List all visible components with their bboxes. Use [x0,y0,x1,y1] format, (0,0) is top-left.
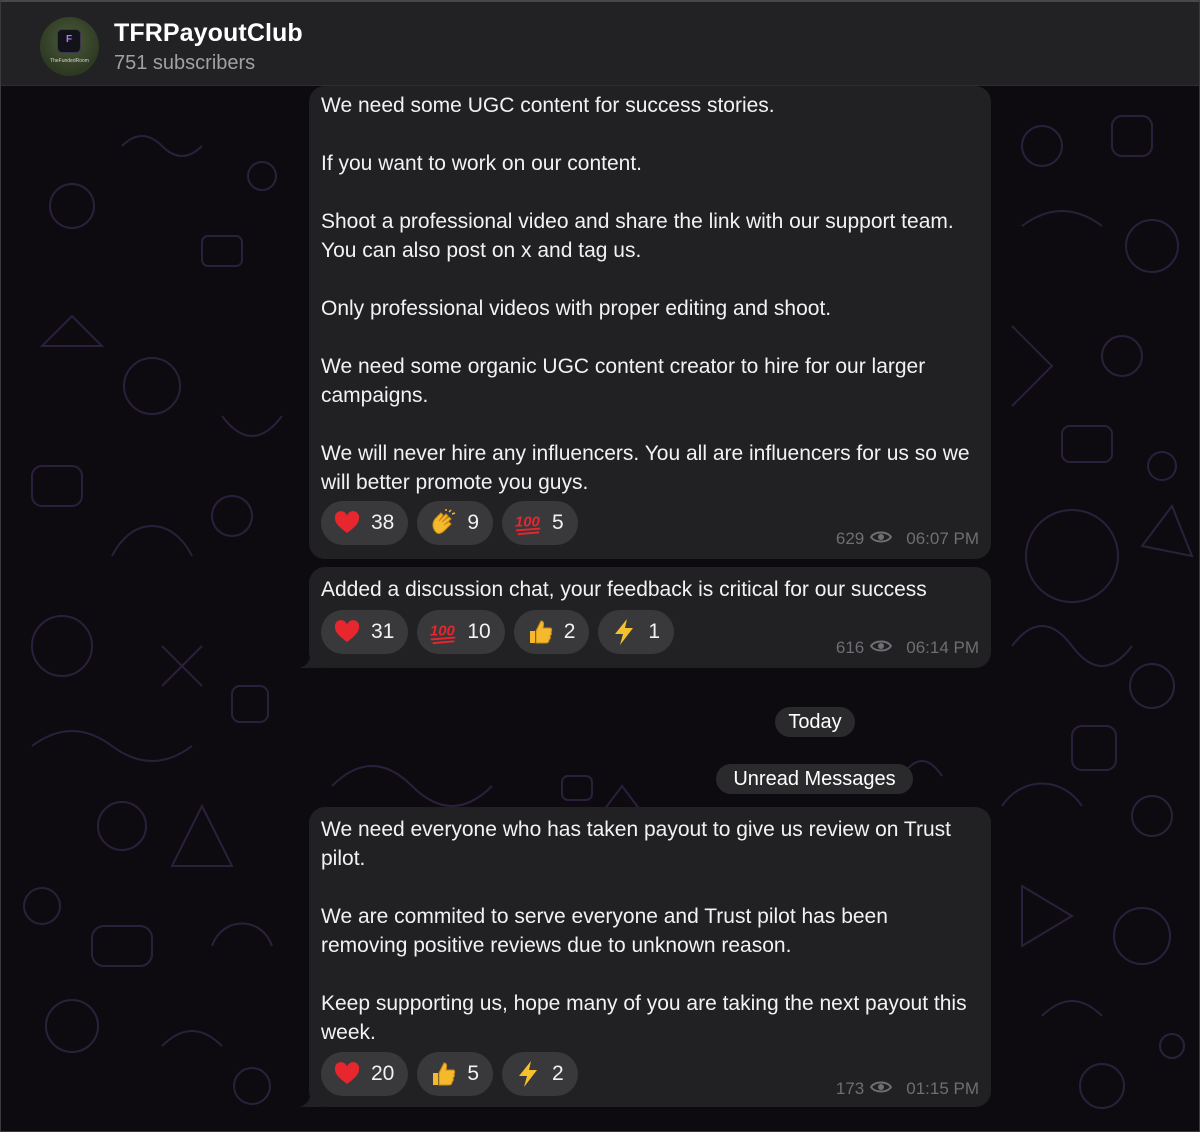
chat-area[interactable]: We need some UGC content for success sto… [2,86,1198,1132]
message-text: We need everyone who has taken payout to… [321,818,967,1044]
unread-messages-separator: Unread Messages [716,764,913,794]
reaction-count: 31 [371,620,395,643]
reaction-lightning[interactable]: 1 [598,610,675,654]
avatar-caption: TheFundedRoom [50,58,89,64]
reactions-row: 38 9 100 5 [321,501,578,545]
reaction-thumbs-up[interactable]: 5 [417,1052,494,1096]
reaction-count: 5 [552,511,564,534]
message-bubble[interactable]: Added a discussion chat, your feedback i… [299,567,991,668]
reaction-count: 20 [371,1062,395,1085]
heart-icon [333,1060,361,1088]
message-text: Added a discussion chat, your feedback i… [321,578,927,601]
reactions-row: 31 100 10 2 1 [321,610,675,654]
subscriber-count: 751 subscribers [114,52,256,74]
message-meta: 173 01:15 PM [836,1079,979,1099]
message-time: 01:15 PM [906,1079,979,1098]
message-bubble[interactable]: We need everyone who has taken payout to… [299,807,991,1107]
heart-icon [333,618,361,646]
chat-header[interactable]: F TheFundedRoom TFRPayoutClub 751 subscr… [0,0,1200,86]
clapping-hands-icon [429,509,457,537]
bubble-tail [299,1089,321,1107]
message-text: We need some UGC content for success sto… [321,94,970,494]
eye-icon [870,1079,893,1099]
thumbs-up-icon [526,618,554,646]
reaction-count: 2 [563,620,576,643]
hundred-points-icon: 100 [429,618,457,646]
reaction-heart[interactable]: 38 [321,501,409,545]
reaction-count: 5 [467,1062,480,1085]
reactions-row: 20 5 2 [321,1052,578,1096]
reaction-count: 38 [371,511,395,534]
message-time: 06:14 PM [906,638,979,657]
reaction-heart[interactable]: 31 [321,610,409,654]
message-time: 06:07 PM [906,529,979,548]
message-meta: 616 06:14 PM [836,638,979,658]
hundred-points-icon: 100 [514,509,542,537]
message-meta: 629 06:07 PM [836,529,979,549]
date-separator: Today [775,707,855,737]
bubble-tail [299,650,321,668]
reaction-count: 1 [648,620,661,643]
reaction-hundred[interactable]: 100 5 [502,501,578,545]
view-count: 173 [835,1079,865,1098]
reaction-heart[interactable]: 20 [321,1052,409,1096]
reaction-count: 2 [552,1062,564,1085]
view-count: 629 [835,529,865,548]
lightning-icon [514,1060,542,1088]
logo-icon: F [57,29,81,53]
reaction-count: 9 [467,511,480,534]
heart-icon [333,509,361,537]
eye-icon [870,638,893,658]
lightning-icon [610,618,638,646]
eye-icon [870,529,893,549]
reaction-hundred[interactable]: 100 10 [417,610,505,654]
message-bubble[interactable]: We need some UGC content for success sto… [309,86,991,559]
view-count: 616 [835,638,865,657]
reaction-thumbs-up[interactable]: 2 [513,610,590,654]
thumbs-up-icon [429,1060,457,1088]
channel-avatar[interactable]: F TheFundedRoom [40,17,99,76]
reaction-count: 10 [467,620,491,643]
reaction-clap[interactable]: 9 [417,501,494,545]
reaction-lightning[interactable]: 2 [502,1052,578,1096]
channel-title[interactable]: TFRPayoutClub [114,19,303,48]
